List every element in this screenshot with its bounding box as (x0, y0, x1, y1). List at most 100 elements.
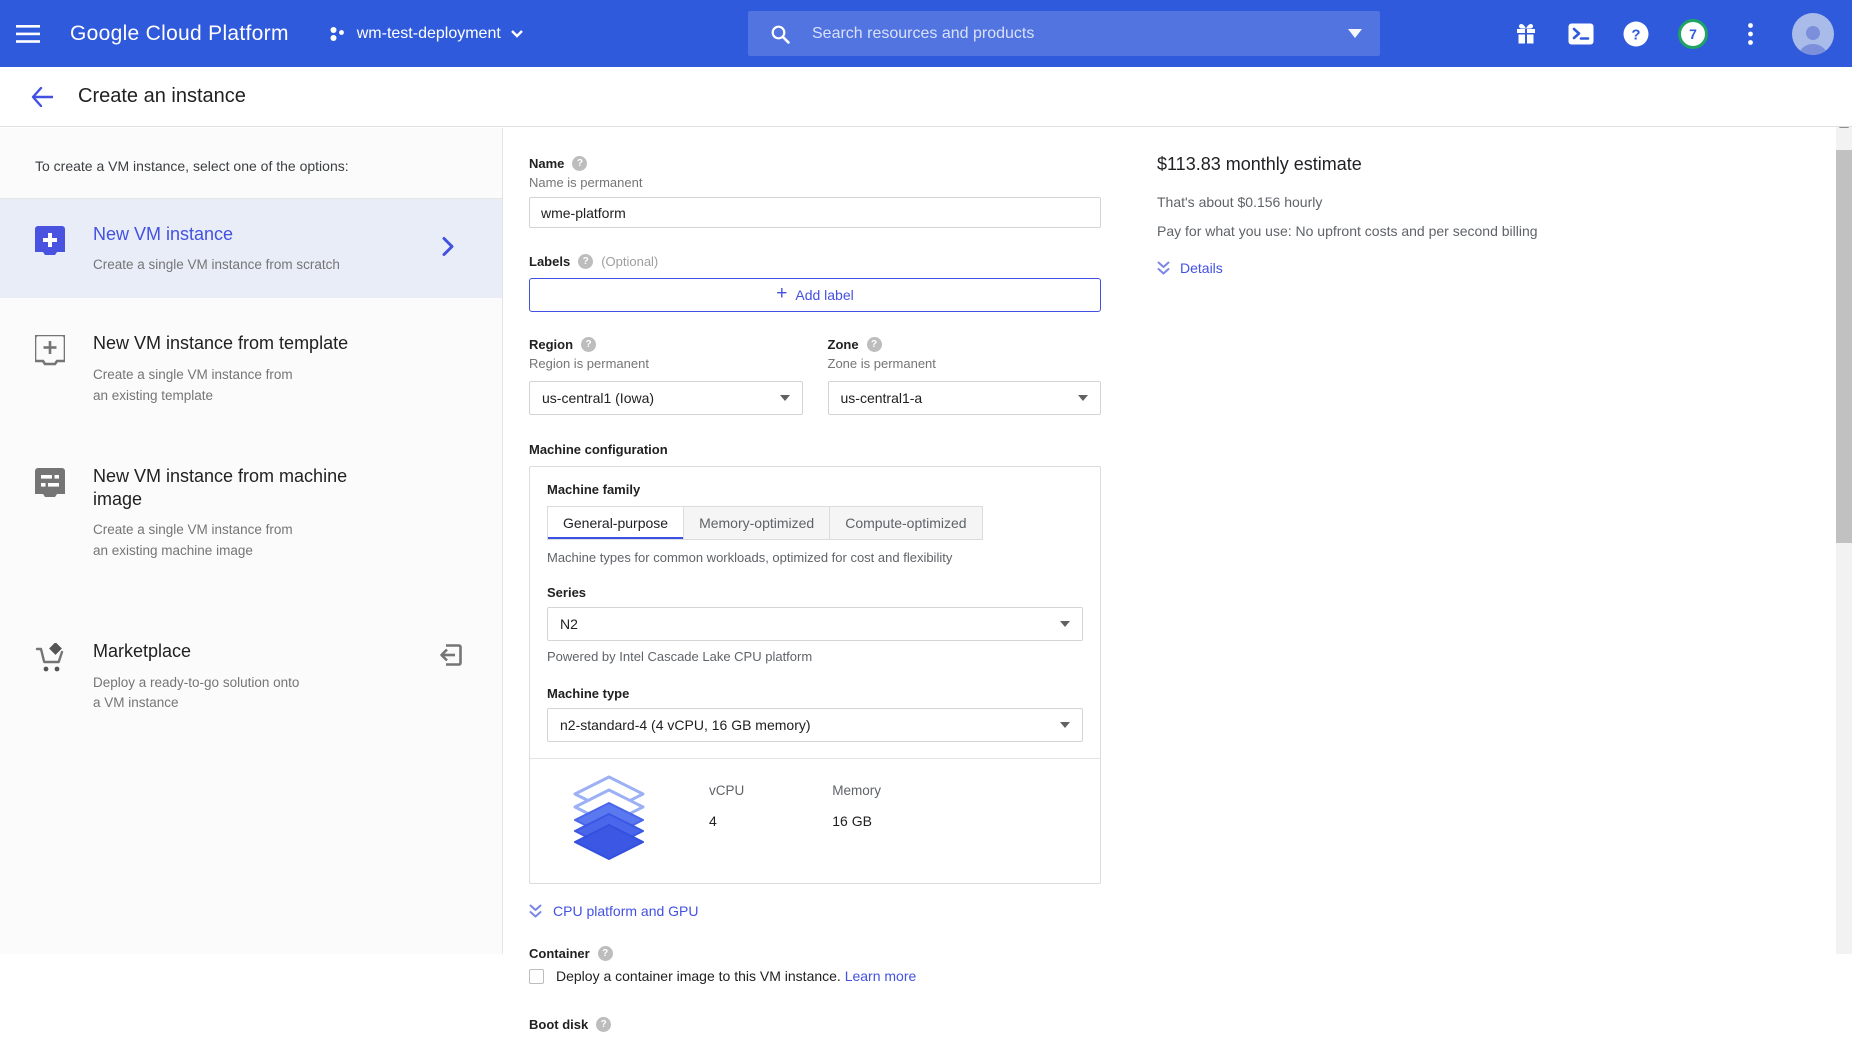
series-select[interactable]: N2 (547, 607, 1083, 641)
name-input[interactable] (529, 197, 1101, 228)
project-icon (329, 25, 347, 43)
monthly-estimate-title: $113.83 monthly estimate (1157, 154, 1597, 175)
header-actions: ? 7 (1513, 0, 1834, 67)
boot-disk-help-icon[interactable]: ? (596, 1017, 611, 1032)
option-title: Marketplace (93, 640, 299, 663)
region-select[interactable]: us-central1 (Iowa) (529, 381, 803, 415)
help-icon: ? (1623, 21, 1649, 47)
search-icon (770, 24, 790, 44)
cpu-platform-gpu-link[interactable]: CPU platform and GPU (529, 903, 699, 919)
cloud-shell-button[interactable] (1568, 21, 1594, 47)
option-description: Create a single VM instance from an exis… (93, 365, 348, 407)
terminal-icon (1568, 23, 1594, 45)
memory-label: Memory (832, 783, 881, 798)
name-label: Name (529, 156, 564, 171)
project-name: wm-test-deployment (357, 25, 501, 43)
gcp-logo[interactable]: Google Cloud Platform (70, 22, 289, 46)
option-title: New VM instance (93, 223, 340, 246)
back-arrow-icon (31, 87, 53, 107)
select-caret-icon (780, 395, 790, 401)
zone-label: Zone (828, 337, 859, 352)
tab-compute-optimized[interactable]: Compute-optimized (830, 506, 982, 540)
top-app-bar: Google Cloud Platform wm-test-deployment (0, 0, 1852, 67)
notification-count: 7 (1689, 26, 1697, 42)
option-new-vm-instance[interactable]: New VM instance Create a single VM insta… (0, 199, 502, 298)
search-bar[interactable] (748, 11, 1380, 56)
learn-more-link[interactable]: Learn more (845, 968, 917, 984)
option-marketplace[interactable]: Marketplace Deploy a ready-to-go solutio… (0, 616, 502, 736)
expand-double-chevron-icon (529, 904, 542, 919)
layers-icon (569, 775, 649, 861)
vertical-scrollbar[interactable] (1836, 112, 1852, 954)
gift-icon (1514, 22, 1538, 46)
machine-family-note: Machine types for common workloads, opti… (547, 550, 1083, 565)
option-description: Deploy a ready-to-go solution onto a VM … (93, 673, 299, 715)
zone-note: Zone is permanent (828, 356, 1102, 371)
page-header: Create an instance (0, 67, 1852, 127)
vm-template-icon (35, 335, 65, 367)
machine-configuration-heading: Machine configuration (529, 442, 1101, 457)
add-label-button[interactable]: + Add label (529, 278, 1101, 312)
labels-optional: (Optional) (601, 254, 658, 269)
instance-form: Name ? Name is permanent Labels ? (Optio… (529, 128, 1101, 1042)
region-help-icon[interactable]: ? (581, 337, 596, 352)
free-trial-gift-button[interactable] (1513, 21, 1539, 47)
series-label: Series (547, 585, 1083, 600)
hamburger-icon (16, 25, 40, 43)
machine-type-select[interactable]: n2-standard-4 (4 vCPU, 16 GB memory) (547, 708, 1083, 742)
tab-general-purpose[interactable]: General-purpose (547, 506, 684, 540)
open-external-icon (438, 642, 464, 668)
option-description: Create a single VM instance from scratch (93, 255, 340, 276)
machine-family-tabs: General-purpose Memory-optimized Compute… (547, 506, 1083, 540)
memory-value: 16 GB (832, 813, 881, 829)
overflow-menu-button[interactable] (1737, 21, 1763, 47)
option-title: New VM instance from machine image (93, 465, 393, 512)
boot-disk-label: Boot disk (529, 1017, 588, 1032)
machine-family-label: Machine family (547, 482, 1083, 497)
zone-select[interactable]: us-central1-a (828, 381, 1102, 415)
hourly-estimate-text: That's about $0.156 hourly (1157, 194, 1597, 210)
region-note: Region is permanent (529, 356, 803, 371)
svg-text:?: ? (1631, 26, 1640, 43)
select-caret-icon (1060, 621, 1070, 627)
scrollbar-thumb[interactable] (1836, 150, 1852, 543)
select-caret-icon (1078, 395, 1088, 401)
deploy-container-checkbox[interactable] (529, 969, 544, 984)
sidebar-intro-text: To create a VM instance, select one of t… (0, 128, 502, 199)
machine-configuration-card: Machine family General-purpose Memory-op… (529, 466, 1101, 884)
back-button[interactable] (24, 79, 60, 115)
project-switcher[interactable]: wm-test-deployment (329, 25, 523, 43)
zone-help-icon[interactable]: ? (867, 337, 882, 352)
name-note: Name is permanent (529, 175, 1101, 190)
vcpu-value: 4 (709, 813, 744, 829)
vm-instance-icon (35, 226, 65, 258)
create-options-panel: To create a VM instance, select one of t… (0, 128, 503, 954)
chevron-down-icon (511, 30, 523, 38)
billing-note-text: Pay for what you use: No upfront costs a… (1157, 223, 1597, 239)
chevron-right-icon (442, 236, 454, 256)
estimate-details-link[interactable]: Details (1157, 260, 1223, 276)
machine-spec-summary: vCPU 4 Memory 16 GB (530, 758, 1100, 883)
select-caret-icon (1060, 722, 1070, 728)
search-dropdown-caret-icon[interactable] (1348, 29, 1362, 38)
labels-help-icon[interactable]: ? (578, 254, 593, 269)
tab-memory-optimized[interactable]: Memory-optimized (684, 506, 830, 540)
deploy-container-text: Deploy a container image to this VM inst… (556, 968, 916, 984)
option-title: New VM instance from template (93, 332, 348, 355)
three-dots-vertical-icon (1748, 23, 1753, 45)
option-new-vm-from-machine-image[interactable]: New VM instance from machine image Creat… (0, 441, 502, 585)
machine-image-icon (35, 468, 65, 500)
search-input[interactable] (812, 25, 1348, 43)
region-label: Region (529, 337, 573, 352)
name-help-icon[interactable]: ? (572, 156, 587, 171)
option-description: Create a single VM instance from an exis… (93, 520, 393, 562)
cost-estimate-panel: $113.83 monthly estimate That's about $0… (1157, 128, 1597, 276)
account-avatar[interactable] (1792, 13, 1834, 55)
option-new-vm-from-template[interactable]: New VM instance from template Create a s… (0, 308, 502, 428)
notifications-badge[interactable]: 7 (1678, 19, 1708, 49)
labels-label: Labels (529, 254, 570, 269)
series-note: Powered by Intel Cascade Lake CPU platfo… (547, 649, 1083, 664)
hamburger-menu-button[interactable] (0, 0, 56, 67)
help-button[interactable]: ? (1623, 21, 1649, 47)
person-icon (1796, 21, 1830, 55)
